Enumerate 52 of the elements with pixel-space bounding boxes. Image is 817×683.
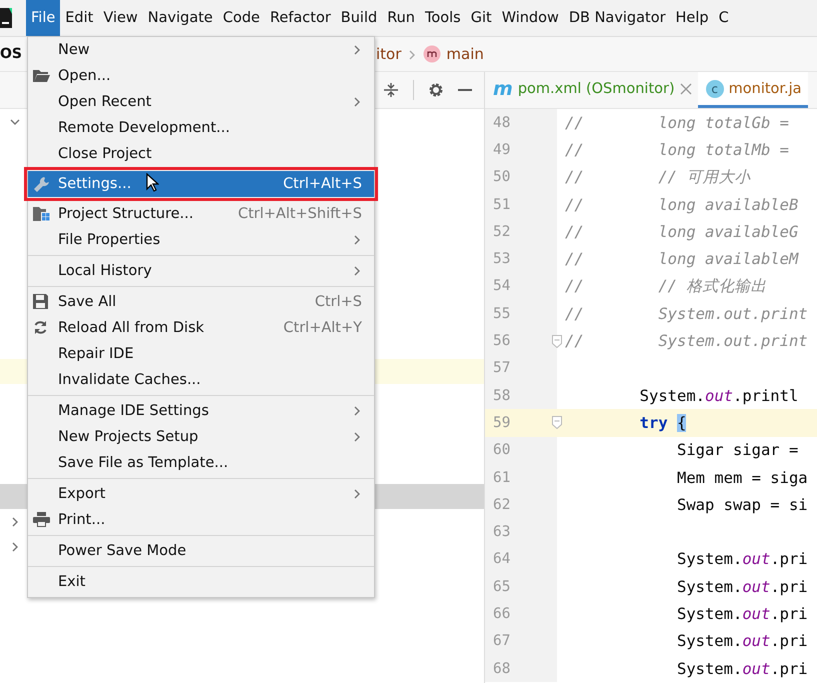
comment-marker: //	[565, 222, 584, 241]
code-line: System.out.pri	[676, 660, 808, 678]
comment-marker: //	[565, 332, 584, 350]
code-line: Swap swap = si	[676, 496, 808, 514]
code-line: Sigar sigar =	[676, 441, 798, 460]
line-number: 59	[492, 414, 510, 431]
code-line: // 可用大小	[657, 166, 750, 188]
line-number: 66	[492, 606, 510, 622]
comment-marker: //	[565, 196, 584, 214]
code-line: long availableB	[657, 196, 798, 214]
code-line: long availableG	[657, 222, 798, 241]
code-line: System.out.pri	[676, 578, 808, 596]
code-line: System.out.print	[657, 332, 808, 350]
code-line: try {	[638, 414, 686, 432]
line-number: 58	[492, 388, 510, 404]
line-number: 50	[492, 169, 510, 186]
line-number: 65	[492, 578, 510, 595]
code-line: System.out.pri	[676, 550, 808, 568]
project-name: OS	[0, 46, 22, 62]
comment-marker: //	[565, 277, 584, 296]
line-number: 68	[492, 660, 510, 677]
line-number: 60	[492, 442, 510, 458]
code-line: System.out.pri	[676, 632, 808, 650]
maven-icon: m	[493, 78, 513, 100]
comment-marker: //	[565, 140, 584, 159]
line-number: 61	[492, 470, 510, 486]
code-line: long totalMb =	[657, 140, 789, 159]
line-number: 55	[492, 306, 510, 322]
line-number: 49	[492, 142, 510, 158]
line-number: 51	[492, 196, 510, 213]
line-number: 52	[492, 224, 510, 240]
code-line: System.out.print	[657, 304, 808, 323]
line-number: 56	[492, 333, 510, 350]
comment-marker: //	[565, 114, 584, 132]
class-icon: c	[706, 80, 724, 98]
comment-marker: //	[565, 304, 584, 323]
line-number: 67	[492, 633, 510, 650]
comment-marker: //	[565, 250, 584, 268]
line-number: 53	[492, 251, 510, 268]
line-number: 62	[492, 496, 510, 513]
code-line: long totalGb =	[657, 114, 789, 132]
code-line: // 格式化输出	[657, 276, 766, 297]
code-line: System.out.pri	[676, 604, 808, 623]
line-number: 48	[492, 114, 510, 131]
line-number: 57	[492, 360, 510, 376]
code-line: Mem mem = siga	[676, 468, 808, 486]
code-line: long availableM	[657, 250, 798, 268]
line-number: 54	[492, 278, 510, 294]
code-line: System.out.printl	[638, 386, 798, 405]
comment-marker: //	[565, 168, 584, 186]
line-number: 64	[492, 551, 510, 568]
line-number: 63	[492, 524, 510, 540]
